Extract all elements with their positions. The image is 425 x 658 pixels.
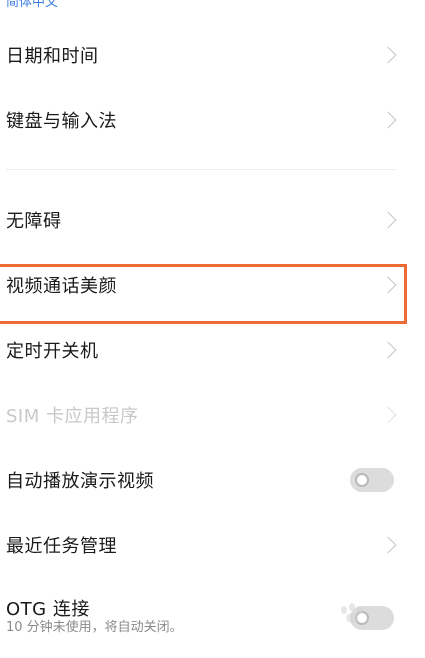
chevron-right-icon [379, 111, 397, 129]
settings-item-label: 定时开关机 [6, 341, 99, 362]
chevron-right-icon [379, 406, 397, 424]
settings-item-sublabel: 10 分钟未使用，将自动关闭。 [6, 620, 183, 635]
chevron-right-icon [379, 536, 397, 554]
settings-item-label: 最近任务管理 [6, 536, 117, 557]
settings-item-label: SIM 卡应用程序 [6, 406, 139, 427]
settings-item-keyboard-input[interactable]: 键盘与输入法 [0, 88, 410, 152]
autoplay-demo-toggle[interactable] [350, 468, 394, 492]
toggle-knob [355, 473, 369, 487]
settings-item-sim-apps: SIM 卡应用程序 [0, 383, 410, 447]
chevron-right-icon [379, 46, 397, 64]
settings-item-scheduled-power[interactable]: 定时开关机 [0, 318, 410, 382]
settings-item-label: 键盘与输入法 [6, 111, 117, 132]
settings-item-label: 自动播放演示视频 [6, 471, 154, 492]
highlight-box [0, 264, 407, 324]
settings-item-label: 无障碍 [6, 211, 62, 232]
chevron-right-icon [379, 211, 397, 229]
settings-item-label: 日期和时间 [6, 46, 99, 67]
settings-item-date-time[interactable]: 日期和时间 [0, 23, 410, 87]
settings-item-otg[interactable]: OTG 连接 10 分钟未使用，将自动关闭。 [0, 578, 410, 658]
section-divider [6, 169, 396, 170]
settings-item-autoplay-demo[interactable]: 自动播放演示视频 [0, 448, 410, 512]
language-value-partial: 简体中文 [6, 0, 59, 10]
otg-toggle[interactable] [350, 606, 394, 630]
chevron-right-icon [379, 341, 397, 359]
toggle-knob [355, 611, 369, 625]
settings-item-accessibility[interactable]: 无障碍 [0, 188, 410, 252]
settings-item-recent-tasks[interactable]: 最近任务管理 [0, 513, 410, 577]
